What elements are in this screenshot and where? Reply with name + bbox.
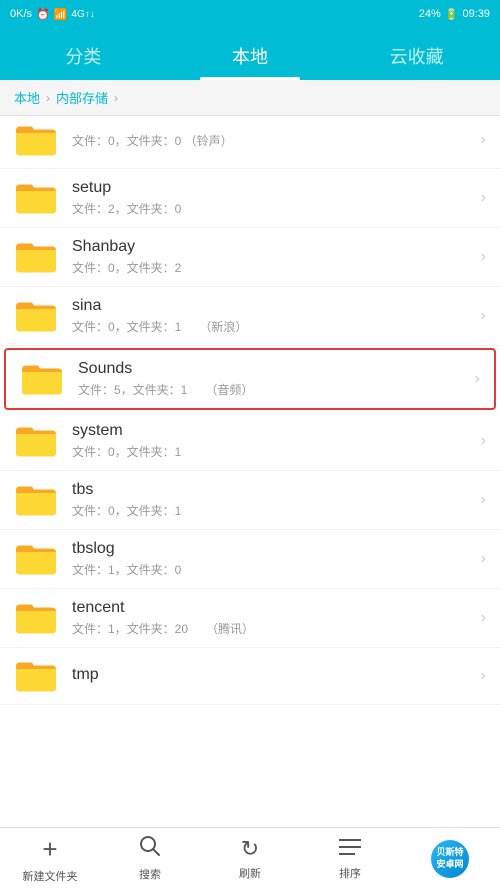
chevron-icon: ›	[481, 189, 486, 207]
battery-icon: 🔋	[445, 8, 459, 21]
file-name-system: system	[72, 422, 473, 440]
chevron-icon: ›	[481, 550, 486, 568]
list-item-sina[interactable]: sina 文件：0，文件夹：1 （新浪） ›	[0, 287, 500, 346]
wifi-icon: 📶	[54, 8, 68, 21]
tab-local[interactable]: 本地	[167, 32, 334, 80]
logo-button[interactable]: 贝斯特安卓网	[400, 840, 500, 878]
chevron-icon: ›	[481, 307, 486, 325]
status-right: 24% 🔋 09:39	[419, 8, 490, 21]
folder-icon-sounds	[20, 361, 64, 397]
bottom-bar: + 新建文件夹 搜索 ↻ 刷新 排序 贝斯特安卓网	[0, 827, 500, 889]
file-name-setup: setup	[72, 179, 473, 197]
status-bar: 0K/s ⏰ 📶 4G↑↓ 24% 🔋 09:39	[0, 0, 500, 28]
tab-classify[interactable]: 分类	[0, 32, 167, 80]
file-list: 文件：0，文件夹：0 （铃声） › setup 文件：2，文件夹：0 › Sha…	[0, 116, 500, 825]
search-label: 搜索	[139, 866, 161, 882]
new-folder-icon: +	[42, 834, 57, 865]
status-left: 0K/s ⏰ 📶 4G↑↓	[10, 8, 95, 21]
tab-bar: 分类 本地 云收藏	[0, 28, 500, 80]
file-info-sounds: Sounds 文件：5，文件夹：1 （音频）	[78, 360, 467, 398]
sort-label: 排序	[339, 865, 361, 881]
status-time: 09:39	[462, 8, 490, 20]
file-name-tencent: tencent	[72, 599, 473, 617]
file-meta-partial: 文件：0，文件夹：0 （铃声）	[72, 132, 473, 149]
list-item-partial[interactable]: 文件：0，文件夹：0 （铃声） ›	[0, 116, 500, 169]
search-button[interactable]: 搜索	[100, 835, 200, 882]
file-meta-setup: 文件：2，文件夹：0	[72, 200, 473, 217]
breadcrumb-sep-2: ›	[114, 91, 118, 105]
file-meta-tbs: 文件：0，文件夹：1	[72, 502, 473, 519]
folder-icon-tbs	[14, 482, 58, 518]
refresh-button[interactable]: ↻ 刷新	[200, 836, 300, 881]
new-folder-button[interactable]: + 新建文件夹	[0, 834, 100, 884]
breadcrumb-local[interactable]: 本地	[14, 88, 40, 107]
file-name-tbs: tbs	[72, 481, 473, 499]
chevron-icon: ›	[475, 370, 480, 388]
file-name-shanbay: Shanbay	[72, 238, 473, 256]
chevron-icon: ›	[481, 667, 486, 685]
chevron-icon: ›	[481, 248, 486, 266]
status-speed: 0K/s	[10, 8, 32, 20]
breadcrumb-sep-1: ›	[46, 91, 50, 105]
list-item-sounds[interactable]: Sounds 文件：5，文件夹：1 （音频） ›	[4, 348, 496, 410]
sort-icon	[339, 836, 361, 862]
chevron-icon: ›	[481, 609, 486, 627]
list-item-setup[interactable]: setup 文件：2，文件夹：0 ›	[0, 169, 500, 228]
file-info-system: system 文件：0，文件夹：1	[72, 422, 473, 460]
file-info-tbslog: tbslog 文件：1，文件夹：0	[72, 540, 473, 578]
tab-cloud[interactable]: 云收藏	[333, 32, 500, 80]
folder-icon-tmp	[14, 658, 58, 694]
list-item-tbslog[interactable]: tbslog 文件：1，文件夹：0 ›	[0, 530, 500, 589]
breadcrumb: 本地 › 内部存储 ›	[0, 80, 500, 116]
folder-icon-system	[14, 423, 58, 459]
list-item-tbs[interactable]: tbs 文件：0，文件夹：1 ›	[0, 471, 500, 530]
file-name-tbslog: tbslog	[72, 540, 473, 558]
file-info-shanbay: Shanbay 文件：0，文件夹：2	[72, 238, 473, 276]
list-item-system[interactable]: system 文件：0，文件夹：1 ›	[0, 412, 500, 471]
file-meta-sina: 文件：0，文件夹：1 （新浪）	[72, 318, 473, 335]
folder-icon-setup	[14, 180, 58, 216]
file-info-sina: sina 文件：0，文件夹：1 （新浪）	[72, 297, 473, 335]
folder-icon-tbslog	[14, 541, 58, 577]
file-info-partial: 文件：0，文件夹：0 （铃声）	[72, 132, 473, 149]
list-item-shanbay[interactable]: Shanbay 文件：0，文件夹：2 ›	[0, 228, 500, 287]
search-icon	[139, 835, 161, 863]
folder-icon-sina	[14, 298, 58, 334]
file-info-setup: setup 文件：2，文件夹：0	[72, 179, 473, 217]
refresh-icon: ↻	[241, 836, 259, 862]
file-info-tbs: tbs 文件：0，文件夹：1	[72, 481, 473, 519]
folder-icon-shanbay	[14, 239, 58, 275]
breadcrumb-internal[interactable]: 内部存储	[56, 88, 108, 107]
tab-cloud-label: 云收藏	[390, 43, 444, 69]
file-info-tmp: tmp	[72, 666, 473, 687]
signal-icon: 4G↑↓	[71, 9, 94, 20]
tab-local-label: 本地	[232, 43, 268, 69]
new-folder-label: 新建文件夹	[23, 868, 78, 884]
chevron-icon: ›	[481, 432, 486, 450]
chevron-icon: ›	[481, 491, 486, 509]
file-meta-sounds: 文件：5，文件夹：1 （音频）	[78, 381, 467, 398]
file-info-tencent: tencent 文件：1，文件夹：20 （腾讯）	[72, 599, 473, 637]
battery-percent: 24%	[419, 8, 441, 20]
sort-button[interactable]: 排序	[300, 836, 400, 881]
file-meta-system: 文件：0，文件夹：1	[72, 443, 473, 460]
folder-icon-tencent	[14, 600, 58, 636]
refresh-label: 刷新	[239, 865, 261, 881]
tab-classify-label: 分类	[65, 43, 101, 69]
file-meta-shanbay: 文件：0，文件夹：2	[72, 259, 473, 276]
brand-logo: 贝斯特安卓网	[431, 840, 469, 878]
list-item-tmp[interactable]: tmp ›	[0, 648, 500, 705]
file-name-sina: sina	[72, 297, 473, 315]
list-item-tencent[interactable]: tencent 文件：1，文件夹：20 （腾讯） ›	[0, 589, 500, 648]
clock-icon: ⏰	[36, 8, 50, 21]
file-meta-tbslog: 文件：1，文件夹：0	[72, 561, 473, 578]
file-meta-tencent: 文件：1，文件夹：20 （腾讯）	[72, 620, 473, 637]
file-name-sounds: Sounds	[78, 360, 467, 378]
folder-icon	[14, 122, 58, 158]
file-name-tmp: tmp	[72, 666, 473, 684]
chevron-icon: ›	[481, 131, 486, 149]
